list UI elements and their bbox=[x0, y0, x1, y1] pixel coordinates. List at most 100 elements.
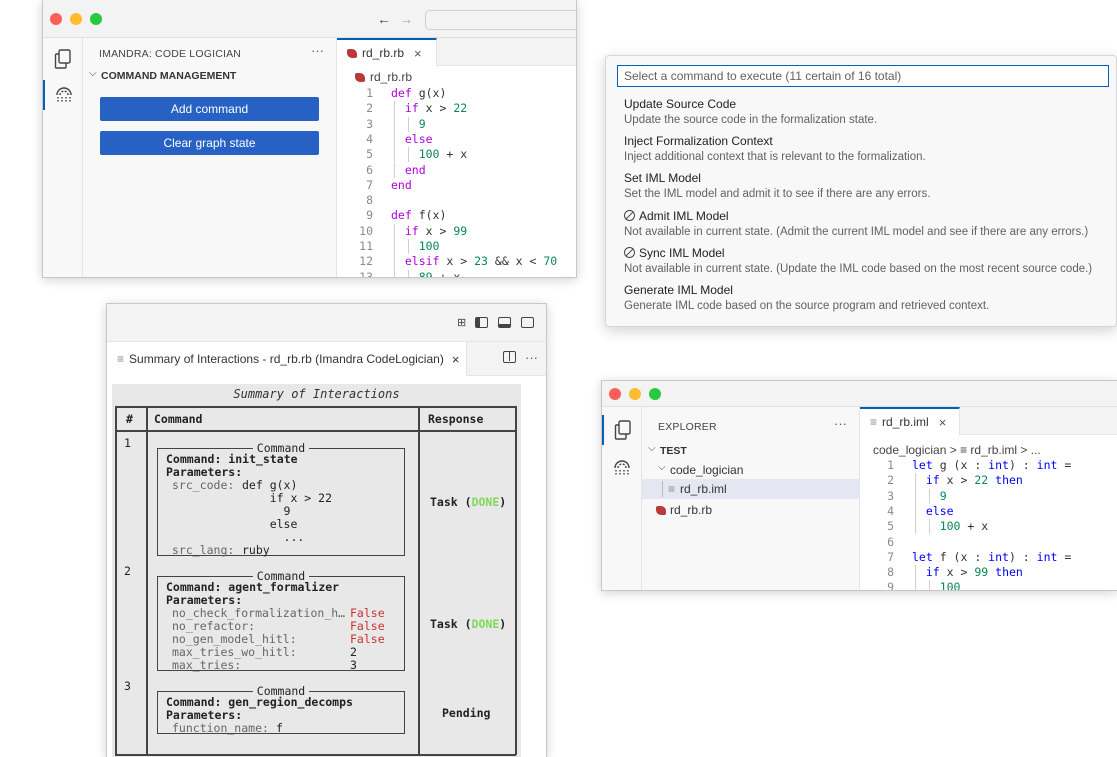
line-number: 9 bbox=[366, 208, 373, 223]
breadcrumb[interactable]: code_logician > ≡ rd_rb.iml > ... bbox=[873, 443, 1041, 457]
code-editor[interactable]: 1 def g(x) 2 if x > 22 3 94 else 5 100 + x6 … bbox=[343, 86, 576, 278]
indent-guide bbox=[408, 239, 409, 255]
toggle-sidebar-icon[interactable] bbox=[475, 317, 488, 328]
command-search-input[interactable]: Select a command to execute (11 certain … bbox=[617, 65, 1109, 87]
close-tab-icon[interactable]: × bbox=[939, 415, 947, 430]
chevron-down-icon[interactable]: ⌵ bbox=[648, 443, 656, 454]
imandra-icon[interactable] bbox=[602, 453, 642, 483]
command-item-description: Set the IML model and admit it to see if… bbox=[624, 188, 931, 201]
response-status: Task (DONE) bbox=[430, 616, 507, 631]
section-command-management[interactable]: COMMAND MANAGEMENT bbox=[101, 70, 236, 82]
minimize-window-button[interactable] bbox=[629, 388, 641, 400]
command-item-title[interactable]: Update Source Code bbox=[624, 97, 736, 111]
tab-rd-rb[interactable]: rd_rb.rb × bbox=[337, 38, 437, 66]
line-number: 3 bbox=[366, 116, 373, 131]
window-toolbar: ⊞ bbox=[107, 304, 546, 342]
indent-guide bbox=[394, 254, 395, 270]
parameter-name: src_code: bbox=[172, 478, 235, 492]
code-line: if x > 99 then bbox=[925, 565, 1023, 580]
line-number: 8 bbox=[887, 565, 894, 580]
command-item-title[interactable]: Generate IML Model bbox=[624, 283, 733, 297]
line-number: 11 bbox=[359, 239, 373, 253]
split-editor-icon[interactable] bbox=[503, 351, 516, 363]
indent-guide bbox=[394, 223, 395, 239]
line-number: 7 bbox=[887, 549, 894, 564]
minimize-window-button[interactable] bbox=[70, 13, 82, 25]
more-actions-icon[interactable]: ··· bbox=[525, 350, 538, 365]
indent-guide bbox=[915, 473, 916, 489]
header-command: Command bbox=[154, 412, 203, 426]
tab-rd-rb-iml[interactable]: ≡ rd_rb.iml × bbox=[860, 407, 960, 435]
toggle-panel-icon[interactable] bbox=[498, 317, 511, 328]
line-number: 6 bbox=[366, 162, 373, 177]
chevron-down-icon[interactable]: ⌵ bbox=[658, 462, 666, 473]
header-response: Response bbox=[428, 412, 484, 426]
indent-guide bbox=[929, 488, 930, 504]
tree-file-rd-rb-iml[interactable]: ≡ rd_rb.iml bbox=[642, 479, 860, 499]
maximize-window-button[interactable] bbox=[649, 388, 661, 400]
close-tab-icon[interactable]: × bbox=[452, 352, 460, 367]
code-line: 100 + x bbox=[418, 147, 468, 162]
command-item-description: Not available in current state. (Update … bbox=[624, 262, 1093, 275]
close-window-button[interactable] bbox=[50, 13, 62, 25]
indent-guide bbox=[394, 131, 395, 148]
indent-guide bbox=[408, 116, 409, 132]
command-box: Command Command: init_state Parameters: src… bbox=[157, 441, 405, 557]
line-number: 4 bbox=[366, 131, 373, 146]
code-editor[interactable]: 1 let g (x : int) : int = 2 if x > 22 then… bbox=[864, 458, 1117, 590]
explorer-icon[interactable] bbox=[43, 44, 83, 74]
tab-label: rd_rb.rb bbox=[362, 46, 405, 60]
code-line: def g(x) bbox=[391, 86, 447, 100]
code-line: let g (x : int) : int = bbox=[912, 458, 1072, 472]
customize-layout-icon[interactable]: ⊞ bbox=[457, 316, 466, 329]
sidebar-title: EXPLORER bbox=[658, 421, 717, 433]
command-item-title[interactable]: Inject Formalization Context bbox=[624, 134, 773, 148]
iml-file-icon: ≡ bbox=[668, 482, 676, 496]
summary-table: Summary of Interactions # Command Respon… bbox=[112, 384, 521, 757]
code-line: let f (x : int) : int = bbox=[912, 549, 1072, 564]
parameter-name: function_name: bbox=[172, 721, 269, 735]
tab-summary[interactable]: ≡ Summary of Interactions - rd_rb.rb (Im… bbox=[107, 342, 467, 376]
row-number: 1 bbox=[124, 436, 131, 450]
line-number: 2 bbox=[366, 101, 373, 116]
close-tab-icon[interactable]: × bbox=[414, 46, 422, 61]
tree-root-test[interactable]: TEST bbox=[660, 445, 687, 457]
ruby-file-icon bbox=[347, 48, 357, 58]
response-status: Pending bbox=[442, 705, 491, 720]
back-arrow-icon[interactable]: ← bbox=[377, 11, 391, 27]
title-bar: ← → bbox=[43, 0, 576, 38]
maximize-window-button[interactable] bbox=[90, 13, 102, 25]
code-line: 89 + x bbox=[418, 269, 461, 278]
explorer-icon[interactable] bbox=[602, 415, 642, 445]
command-item-title[interactable]: Sync IML Model bbox=[624, 246, 725, 260]
table-caption: Summary of Interactions bbox=[233, 387, 400, 401]
tree-folder-code-logician[interactable]: code_logician bbox=[670, 463, 743, 477]
indent-guide bbox=[915, 580, 916, 590]
code-line: 100 + x bbox=[939, 519, 989, 534]
chevron-down-icon[interactable]: ⌵ bbox=[89, 68, 97, 79]
code-line: elsif x > 23 && x < 70 bbox=[404, 254, 558, 269]
imandra-sidebar: IMANDRA: CODE LOGICIAN ··· ⌵ COMMAND MAN… bbox=[83, 38, 337, 277]
iml-file-icon: ≡ bbox=[870, 415, 878, 429]
command-center-search[interactable] bbox=[425, 10, 576, 30]
indent-guide bbox=[915, 488, 916, 504]
command-item-description: Generate IML code based on the source pr… bbox=[624, 300, 990, 312]
line-number: 5 bbox=[366, 147, 373, 162]
imandra-icon[interactable] bbox=[43, 80, 83, 110]
tree-file-rd-rb[interactable]: rd_rb.rb bbox=[642, 501, 860, 519]
summary-window: ⊞ ≡ Summary of Interactions - rd_rb.rb (… bbox=[106, 303, 547, 757]
command-item-description: Inject additional context that is releva… bbox=[624, 151, 926, 164]
more-actions-icon[interactable]: ··· bbox=[311, 43, 324, 58]
command-item-title[interactable]: Set IML Model bbox=[624, 171, 701, 185]
forward-arrow-icon[interactable]: → bbox=[399, 11, 413, 27]
more-actions-icon[interactable]: ··· bbox=[834, 416, 847, 431]
breadcrumb[interactable]: rd_rb.rb bbox=[355, 70, 412, 84]
clear-graph-state-button[interactable]: Clear graph state bbox=[100, 131, 319, 155]
close-window-button[interactable] bbox=[609, 388, 621, 400]
command-item-title[interactable]: Admit IML Model bbox=[624, 209, 729, 223]
add-command-button[interactable]: Add command bbox=[100, 97, 319, 121]
disabled-icon bbox=[624, 246, 635, 258]
line-number: 12 bbox=[359, 254, 373, 269]
code-line: end bbox=[404, 162, 426, 177]
toggle-secondary-sidebar-icon[interactable] bbox=[521, 317, 534, 328]
